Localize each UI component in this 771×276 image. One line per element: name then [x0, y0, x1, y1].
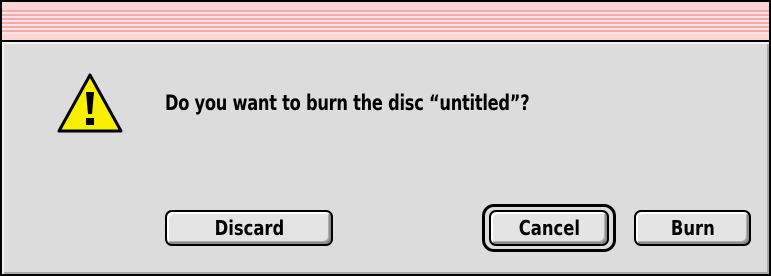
burn-button[interactable]: Burn [634, 210, 751, 246]
title-bar[interactable] [2, 2, 769, 42]
burn-disc-alert-dialog: Do you want to burn the disc “untitled”?… [0, 0, 771, 276]
alert-message: Do you want to burn the disc “untitled”? [165, 91, 530, 115]
discard-button[interactable]: Discard [165, 210, 333, 246]
cancel-button-label: Cancel [518, 216, 580, 240]
warning-icon [57, 73, 123, 133]
burn-button-label: Burn [670, 216, 715, 240]
cancel-button[interactable]: Cancel [489, 210, 609, 246]
discard-button-label: Discard [214, 216, 284, 240]
